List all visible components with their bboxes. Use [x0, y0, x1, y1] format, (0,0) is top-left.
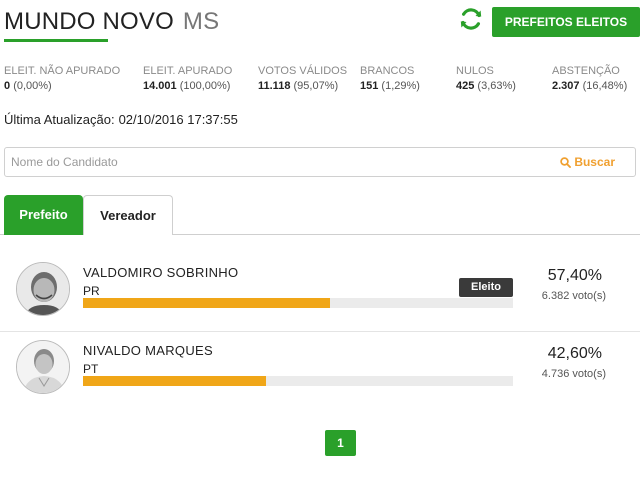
prefeitos-eleitos-button[interactable]: PREFEITOS ELEITOS: [492, 7, 640, 37]
candidate-avatar: [16, 262, 70, 316]
vote-bar-fill: [83, 376, 267, 386]
vote-bar-fill: [83, 298, 330, 308]
page-title: MUNDO NOVO MS: [4, 7, 219, 37]
candidate-party: PR: [83, 284, 100, 298]
candidate-percent: 42,60%: [547, 345, 602, 362]
stat-value: 2.307 (16,48%): [552, 80, 628, 92]
person-photo-icon: [17, 341, 69, 393]
last-update: Última Atualização: 02/10/2016 17:37:55: [4, 112, 238, 127]
tab-vereador[interactable]: Vereador: [83, 195, 173, 235]
state-abbrev: MS: [182, 8, 220, 35]
vote-bar-track: [83, 376, 513, 386]
stat-nulos: NULOS 425 (3,63%): [456, 65, 516, 94]
search-button-label: Buscar: [574, 155, 615, 169]
stat-abstencao: ABSTENÇÃO 2.307 (16,48%): [552, 65, 627, 94]
stat-value: 425 (3,63%): [456, 80, 516, 92]
person-photo-icon: [17, 263, 69, 315]
last-update-label: Última Atualização:: [4, 112, 115, 127]
pagination-page-1[interactable]: 1: [325, 430, 356, 456]
stat-value: 11.118 (95,07%): [258, 80, 339, 92]
candidate-percent: 57,40%: [547, 267, 602, 284]
stat-votos-validos: VOTOS VÁLIDOS 11.118 (95,07%): [258, 65, 347, 94]
stat-label: VOTOS VÁLIDOS: [258, 65, 348, 77]
stats-row: ELEIT. NÃO APURADO 0 (0,00%) ELEIT. APUR…: [4, 65, 636, 97]
refresh-icon[interactable]: [458, 6, 484, 32]
last-update-value: 02/10/2016 17:37:55: [118, 112, 238, 127]
candidate-votes: 4.736 voto(s): [541, 368, 606, 380]
title-underline: [4, 39, 108, 42]
stat-value: 0 (0,00%): [4, 80, 52, 92]
stat-eleit-nao-apurado: ELEIT. NÃO APURADO 0 (0,00%): [4, 65, 120, 94]
stat-label: NULOS: [456, 65, 494, 77]
candidate-row: VALDOMIRO SOBRINHO PR Eleito 57,40% 6.38…: [0, 254, 640, 332]
candidate-party: PT: [83, 362, 99, 376]
office-tabs: Prefeito Vereador: [0, 195, 640, 235]
stat-brancos: BRANCOS 151 (1,29%): [360, 65, 420, 94]
vote-bar-track: [83, 298, 513, 308]
search-button[interactable]: Buscar: [560, 155, 615, 169]
stat-label: BRANCOS: [360, 65, 415, 77]
page-header: MUNDO NOVO MS PREFEITOS ELEITOS: [4, 6, 640, 42]
candidate-name: VALDOMIRO SOBRINHO: [83, 265, 239, 280]
candidate-votes: 6.382 voto(s): [541, 290, 606, 302]
stat-value: 14.001 (100,00%): [143, 80, 231, 92]
candidate-search: Buscar: [4, 147, 636, 177]
candidate-row: NIVALDO MARQUES PT 42,60% 4.736 voto(s): [0, 331, 640, 409]
candidate-name: NIVALDO MARQUES: [83, 343, 213, 358]
search-icon: [560, 157, 572, 168]
stat-label: ELEIT. APURADO: [143, 65, 233, 77]
stat-value: 151 (1,29%): [360, 80, 420, 92]
stat-label: ABSTENÇÃO: [552, 65, 620, 77]
tab-prefeito[interactable]: Prefeito: [4, 195, 83, 235]
stat-label: ELEIT. NÃO APURADO: [4, 65, 121, 77]
candidate-search-input[interactable]: [5, 148, 545, 176]
candidate-avatar: [16, 340, 70, 394]
elected-badge: Eleito: [459, 278, 513, 297]
city-name: MUNDO NOVO: [4, 8, 174, 35]
stat-eleit-apurado: ELEIT. APURADO 14.001 (100,00%): [143, 65, 232, 94]
